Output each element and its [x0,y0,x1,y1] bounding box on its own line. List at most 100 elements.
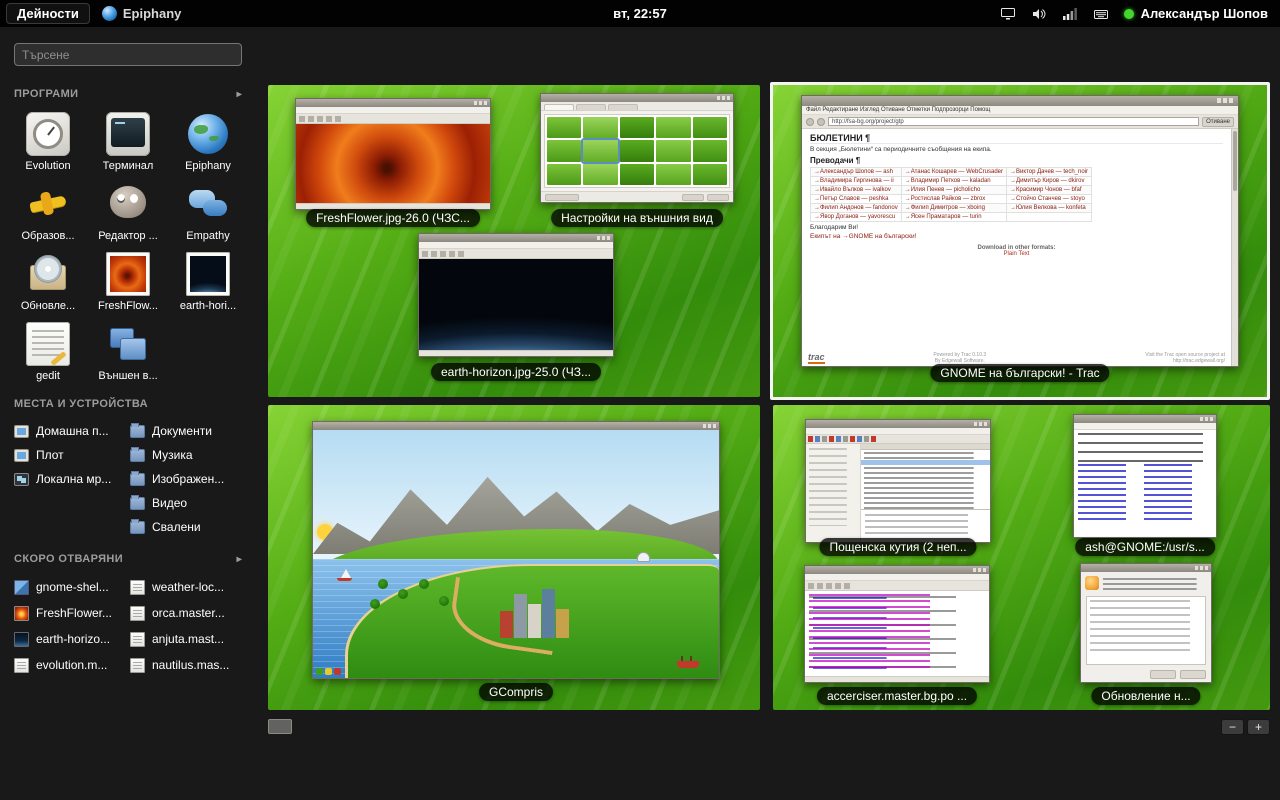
gcompris-scene [313,430,719,678]
place-label: Документи [152,424,212,438]
expand-arrow-icon[interactable]: ▸ [237,89,242,100]
window-po-editor[interactable] [804,565,990,683]
display-icon[interactable] [1000,7,1016,21]
window-statusbar [419,350,613,356]
place-label: Плот [36,448,64,462]
recent-label: earth-horizo... [36,632,110,646]
remove-workspace-button[interactable]: − [1221,719,1244,735]
folder-icon [130,497,145,510]
window-gcompris[interactable] [312,421,720,679]
chat-bubbles-icon [186,182,230,226]
workspace-4[interactable]: Пощенска кутия (2 неп... ash@GNOME:/usr/… [773,405,1270,710]
app-terminal[interactable]: Терминал [89,112,167,172]
earth-photo-icon [186,252,230,296]
app-freshflower[interactable]: FreshFlow... [89,252,167,312]
tree [419,579,429,589]
update-buttons [1081,667,1211,682]
place-documents[interactable]: Документи [130,419,250,443]
recent-evolution[interactable]: evolution.m... [14,652,130,678]
app-menu[interactable]: Epiphany [102,6,182,21]
recent-anjuta[interactable]: anjuta.mast... [130,626,250,652]
app-empathy[interactable]: Empathy [169,182,247,242]
workspace-indicator[interactable] [268,719,292,734]
window-earth-horizon-viewer[interactable] [418,233,614,357]
window-freshflower-viewer[interactable] [295,98,491,210]
recent-label: FreshFlower... [36,606,112,620]
window-titlebar [1074,415,1216,423]
app-evolution[interactable]: Evolution [9,112,87,172]
app-label: Обновле... [21,300,75,312]
app-appearance[interactable]: Външен в... [89,322,167,382]
app-gcompris[interactable]: Образов... [9,182,87,242]
tab [576,104,606,110]
flower-photo-icon [106,252,150,296]
window-titlebar [296,99,490,107]
notepad-icon [26,322,70,366]
window-epiphany-trac[interactable]: Файл Редактиране Изглед Отиване Отметки … [801,95,1239,367]
workspace-2-active[interactable]: Файл Редактиране Изглед Отиване Отметки … [770,82,1270,400]
recent-nautilus[interactable]: nautilus.mas... [130,652,250,678]
activities-button[interactable]: Дейности [6,3,90,24]
window-evolution-mail[interactable] [805,419,991,543]
app-epiphany[interactable]: Epiphany [169,112,247,172]
window-titlebar [541,94,733,102]
recent-earth-horizon[interactable]: earth-horizo... [14,626,130,652]
tab [544,104,574,110]
search-input[interactable] [14,43,242,66]
place-videos[interactable]: Видео [130,491,250,515]
window-titlebar [313,422,719,430]
network-signal-icon[interactable] [1062,7,1078,21]
page-subheading: Преводачи ¶ [810,156,1223,165]
places-header-label: МЕСТА И УСТРОЙСТВА [14,398,148,410]
places-list: Домашна п... Плот Локална мр... Документ… [14,419,250,539]
keyboard-icon[interactable] [1093,7,1109,21]
app-grid: Evolution Терминал Epiphany Образов... Р… [8,112,248,382]
translators-table: →Александър Шопов — ash →Атанас Кошарев … [810,167,1092,222]
app-gimp[interactable]: Редактор ... [89,182,167,242]
gimp-icon [106,182,150,226]
place-label: Изображен... [152,472,224,486]
scrollbar[interactable] [1231,129,1238,366]
user-menu[interactable]: Александър Шопов [1124,6,1268,21]
plane-icon [26,182,70,226]
window-update-manager[interactable] [1080,563,1212,683]
tab [608,104,638,110]
window-appearance-settings[interactable] [540,93,734,203]
app-updates[interactable]: Обновле... [9,252,87,312]
window-terminal[interactable] [1073,414,1217,538]
folder-icon [130,425,145,438]
window-label-gcompris: GCompris [479,683,553,701]
update-icon [1085,576,1099,590]
add-workspace-button[interactable]: + [1247,719,1270,735]
window-toolbar [805,581,989,591]
place-local-network[interactable]: Локална мр... [14,467,130,491]
app-label: earth-hori... [180,300,236,312]
place-desktop[interactable]: Плот [14,443,130,467]
workspace-1[interactable]: FreshFlower.jpg-26.0 (ЧЗС... Настройки н… [268,85,760,397]
app-earth-horizon[interactable]: earth-hori... [169,252,247,312]
app-label: FreshFlow... [98,300,158,312]
recent-weather-loc[interactable]: weather-loc... [130,574,250,600]
place-home[interactable]: Домашна п... [14,419,130,443]
expand-arrow-icon[interactable]: ▸ [237,554,242,565]
epiphany-icon [102,6,117,21]
po-file-text [805,591,989,676]
place-downloads[interactable]: Свалени [130,515,250,539]
place-pictures[interactable]: Изображен... [130,467,250,491]
recent-gnome-shell[interactable]: gnome-shel... [14,574,130,600]
workspace-3[interactable]: GCompris [268,405,760,710]
window-label-appearance: Настройки на външния вид [551,209,723,227]
recent-orca[interactable]: orca.master... [130,600,250,626]
recent-freshflower[interactable]: FreshFlower... [14,600,130,626]
update-list [1086,596,1206,665]
recent-label: evolution.m... [36,658,107,672]
user-name: Александър Шопов [1141,6,1268,21]
recent-label: gnome-shel... [36,580,109,594]
volume-icon[interactable] [1031,7,1047,21]
globe-icon [186,112,230,156]
clock[interactable]: вт, 22:57 [613,6,667,21]
place-music[interactable]: Музика [130,443,250,467]
app-gedit[interactable]: gedit [9,322,87,382]
window-label-updates: Обновление н... [1091,687,1200,705]
wallpaper-grid [544,114,730,188]
